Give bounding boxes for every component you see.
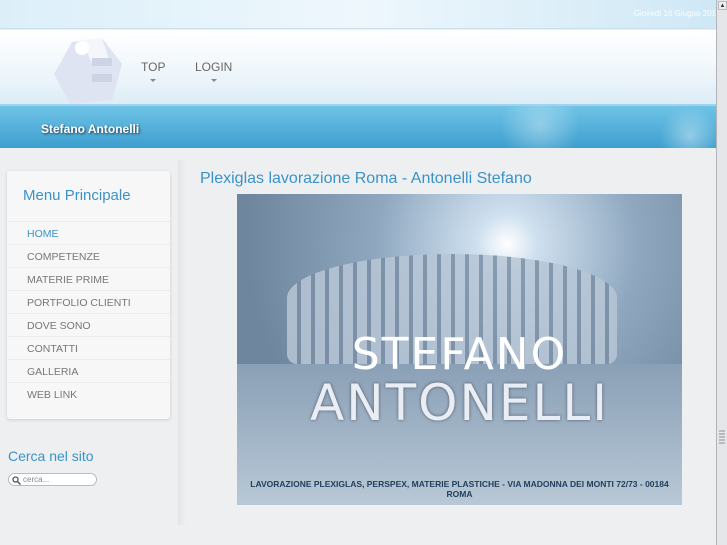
nav-login[interactable]: LOGIN	[195, 60, 232, 82]
vertical-scrollbar[interactable]: ▲	[716, 0, 727, 545]
menu-item-materie-prime[interactable]: MATERIE PRIME	[7, 267, 170, 290]
menu-item-web-link[interactable]: WEB LINK	[7, 382, 170, 405]
scroll-grip-icon[interactable]	[719, 430, 725, 444]
nav-login-label: LOGIN	[195, 60, 233, 74]
current-date: Giovedì 16 Giugno 201	[633, 9, 716, 18]
hero-image: STEFANO ANTONELLI LAVORAZIONE PLEXIGLAS,…	[237, 194, 682, 505]
header: TOP LOGIN	[0, 30, 716, 104]
search-input[interactable]: cerca...	[8, 473, 97, 486]
logo-icon[interactable]	[52, 34, 124, 106]
column-divider	[178, 160, 186, 525]
menu-title: Menu Principale	[23, 187, 131, 204]
hero-line1: STEFANO	[351, 329, 568, 380]
menu-item-galleria[interactable]: GALLERIA	[7, 359, 170, 382]
hero-line2: ANTONELLI	[310, 374, 609, 432]
menu-item-dove-sono[interactable]: DOVE SONO	[7, 313, 170, 336]
caret-down-icon	[210, 79, 217, 82]
menu-item-home[interactable]: HOME	[7, 221, 170, 244]
search-title: Cerca nel sito	[8, 448, 94, 464]
hero-caption: LAVORAZIONE PLEXIGLAS, PERSPEX, MATERIE …	[250, 479, 669, 499]
search-placeholder: cerca...	[23, 475, 50, 484]
page-title: Plexiglas lavorazione Roma - Antonelli S…	[200, 170, 532, 187]
main-menu: Menu Principale HOME COMPETENZE MATERIE …	[7, 171, 170, 419]
menu-item-competenze[interactable]: COMPETENZE	[7, 244, 170, 267]
banner: Stefano Antonelli	[0, 104, 716, 148]
nav-top[interactable]: TOP	[141, 60, 165, 82]
menu-item-portfolio-clienti[interactable]: PORTFOLIO CLIENTI	[7, 290, 170, 313]
caret-down-icon	[150, 79, 157, 82]
nav-top-label: TOP	[141, 60, 166, 74]
menu-item-contatti[interactable]: CONTATTI	[7, 336, 170, 359]
search-icon	[12, 476, 21, 485]
site-name: Stefano Antonelli	[41, 122, 140, 136]
scroll-up-arrow-icon[interactable]: ▲	[718, 1, 727, 10]
top-bar: Giovedì 16 Giugno 201	[0, 0, 716, 29]
